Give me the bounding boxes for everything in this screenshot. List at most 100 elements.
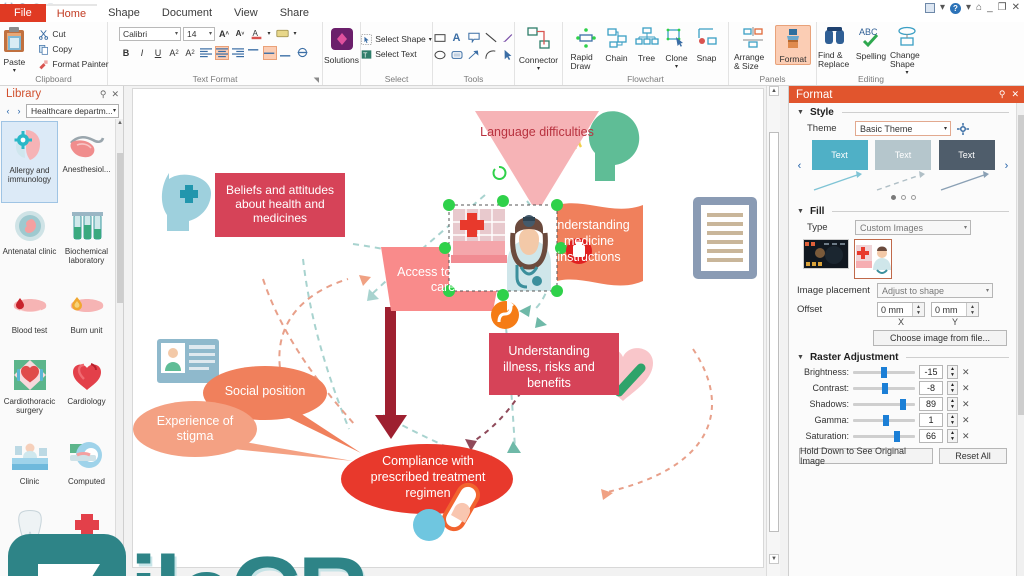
scroll-down-icon[interactable]: ▼ (769, 554, 779, 564)
italic-icon[interactable]: I (135, 46, 149, 60)
contrast-slider[interactable] (853, 382, 915, 394)
node-label-beliefs[interactable]: Beliefs and attitudes about health and m… (215, 183, 345, 225)
align-bottom-icon[interactable] (279, 46, 293, 60)
cut-button[interactable]: Cut (36, 27, 110, 41)
rectangle-tool-icon[interactable] (432, 30, 447, 45)
chevron-down-icon[interactable]: ▼ (797, 354, 804, 361)
caret-down-icon[interactable]: ▾ (944, 125, 947, 132)
page-dot-3[interactable] (910, 195, 916, 200)
node-label-language[interactable]: Language difficulties (477, 125, 597, 140)
tab-home[interactable]: Home (45, 4, 98, 22)
clone-button[interactable]: Clone ▾ (662, 25, 692, 70)
canvas-area[interactable]: Beliefs and attitudes about health and m… (124, 86, 780, 576)
underline-icon[interactable]: U (151, 46, 165, 60)
caret-down-icon[interactable]: ▾ (675, 63, 678, 70)
highlight-icon[interactable] (275, 27, 289, 41)
rounded-rect-tool-icon[interactable] (449, 47, 464, 62)
stepper-icon[interactable]: ▲ ▼ (947, 397, 958, 411)
scrollbar-thumb[interactable] (1018, 115, 1024, 415)
chevron-down-icon[interactable]: ▼ (797, 208, 804, 215)
stepper-icon[interactable]: ▲ ▼ (966, 303, 978, 316)
line-tool-icon[interactable] (483, 30, 498, 45)
library-item-dentistry[interactable]: Dentistry (1, 503, 58, 574)
library-category-select[interactable]: Healthcare departm... ▾ (26, 103, 119, 118)
node-label-understanding-illness[interactable]: Understanding illness, risks and benefit… (489, 343, 609, 391)
font-name-combo[interactable]: Calibri ▾ (119, 26, 181, 41)
select-shape-button[interactable]: Select Shape ▾ (359, 32, 434, 46)
clear-icon[interactable]: ✕ (962, 431, 970, 442)
library-item-anesthesiology[interactable]: Anesthesiol... (58, 121, 115, 203)
scrollbar-thumb[interactable] (117, 153, 123, 303)
caret-down-icon[interactable]: ▾ (537, 65, 540, 72)
choose-image-button[interactable]: Choose image from file... (873, 330, 1007, 346)
offset-y-input[interactable]: 0 mm ▲ ▼ (931, 302, 979, 317)
caret-down-icon[interactable]: ▾ (175, 30, 178, 37)
pointer-tool-icon[interactable] (500, 47, 515, 62)
library-item-burn-unit[interactable]: Burn unit (58, 282, 115, 353)
font-size-combo[interactable]: 14 ▾ (183, 26, 215, 41)
copy-button[interactable]: Copy (36, 42, 110, 56)
caret-down-icon[interactable]: ▾ (209, 30, 212, 37)
document-page[interactable]: Beliefs and attitudes about health and m… (132, 88, 764, 568)
node-label-access[interactable]: Access to health care (391, 265, 495, 295)
snap-button[interactable]: Snap (693, 25, 721, 63)
contrast-value[interactable]: -8 (919, 381, 943, 395)
align-right-icon[interactable] (231, 46, 245, 60)
caret-down-icon[interactable]: ▾ (13, 67, 16, 74)
callout-tool-icon[interactable] (466, 30, 481, 45)
section-header-style[interactable]: ▼ Style (789, 103, 1017, 119)
tab-file[interactable]: File (0, 4, 46, 22)
dialog-launcher-icon[interactable]: ◥ (314, 76, 319, 84)
pin-icon[interactable]: ⚲ (999, 89, 1006, 100)
tab-document[interactable]: Document (151, 4, 223, 22)
close-icon[interactable]: ✕ (1011, 89, 1019, 100)
fill-thumbnail-clinic-doctor[interactable] (854, 239, 892, 279)
arrange-size-button[interactable]: Arrange & Size (734, 25, 772, 71)
library-item-allergy[interactable]: Allergy and immunology (1, 121, 58, 203)
scroll-up-icon[interactable]: ▲ (117, 120, 123, 126)
fill-type-select[interactable]: Custom Images ▾ (855, 220, 971, 235)
saturation-slider[interactable] (853, 430, 915, 442)
section-header-raster[interactable]: ▼ Raster Adjustment (789, 348, 1017, 364)
library-item-computed-tomography[interactable]: Computed (58, 433, 115, 504)
gamma-value[interactable]: 1 (919, 413, 943, 427)
reset-all-button[interactable]: Reset All (939, 448, 1007, 464)
clear-icon[interactable]: ✕ (962, 415, 970, 426)
theme-swatch-1[interactable]: Text (875, 140, 931, 192)
arc-tool-icon[interactable] (483, 47, 498, 62)
prev-arrow-icon[interactable]: ‹ (795, 160, 804, 172)
ellipse-tool-icon[interactable] (432, 47, 447, 62)
arrow-tool-icon[interactable] (466, 47, 481, 62)
page-dot-2[interactable] (900, 195, 906, 200)
image-placement-select[interactable]: Adjust to shape ▾ (877, 283, 993, 298)
spelling-button[interactable]: ABC Spelling (854, 25, 888, 61)
node-label-understanding-medicine[interactable]: Understanding medicine instructions (535, 217, 643, 265)
gamma-slider[interactable] (853, 414, 915, 426)
library-item-dermatology[interactable]: De (58, 503, 115, 574)
gear-icon[interactable] (957, 122, 969, 135)
subscript-icon[interactable]: A2 (183, 46, 197, 60)
tab-shape[interactable]: Shape (97, 4, 151, 22)
close-icon[interactable]: ✕ (111, 89, 119, 100)
slider-knob[interactable] (882, 382, 889, 394)
offset-x-input[interactable]: 0 mm ▲ ▼ (877, 302, 925, 317)
format-panel-scrollbar[interactable] (1016, 103, 1024, 576)
node-label-compliance[interactable]: Compliance with prescribed treatment reg… (357, 453, 499, 501)
paste-button[interactable]: Paste ▾ (0, 25, 32, 74)
tab-share[interactable]: Share (269, 4, 320, 22)
page-dot-1[interactable] (890, 195, 896, 200)
shrink-font-icon[interactable]: A ˅ (233, 27, 247, 41)
library-scrollbar[interactable]: ▲ (115, 119, 123, 576)
slider-knob[interactable] (882, 414, 889, 426)
stepper-icon[interactable]: ▲ ▼ (947, 429, 958, 443)
prev-arrow-icon[interactable]: ‹ (4, 106, 12, 116)
next-arrow-icon[interactable]: › (15, 106, 23, 116)
rapid-draw-button[interactable]: Rapid Draw (571, 25, 601, 71)
scroll-up-icon[interactable]: ▲ (769, 86, 779, 96)
library-item-cardiology[interactable]: Cardiology (58, 353, 115, 433)
stepper-icon[interactable]: ▲ ▼ (947, 381, 958, 395)
select-text-button[interactable]: T Select Text (359, 47, 434, 61)
brightness-value[interactable]: -15 (919, 365, 943, 379)
clear-icon[interactable]: ✕ (962, 367, 970, 378)
text-tool-icon[interactable]: A (449, 30, 464, 45)
